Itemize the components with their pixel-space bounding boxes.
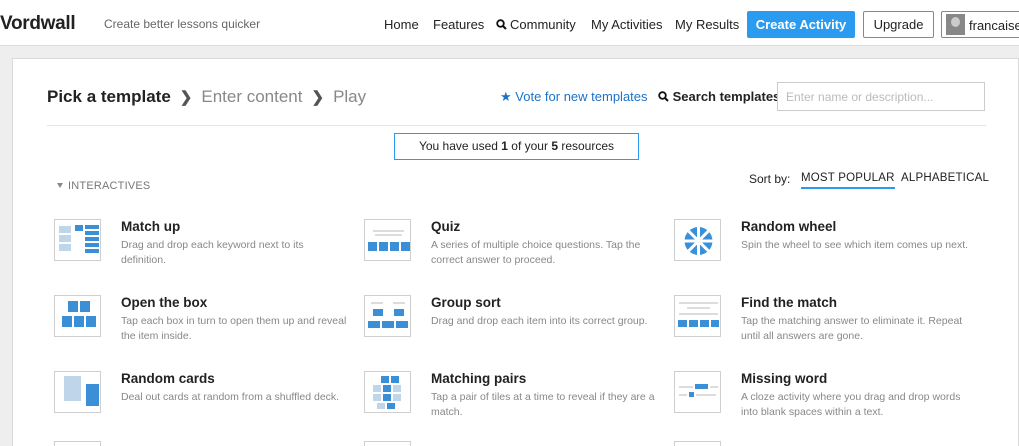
breadcrumb: Pick a template ❯ Enter content ❯ Play (47, 87, 366, 107)
template-description: Tap the matching answer to eliminate it.… (741, 315, 963, 342)
template-matching-pairs[interactable]: Matching pairs Tap a pair of tiles at a … (364, 371, 655, 431)
user-menu[interactable]: francaise (941, 11, 1019, 38)
nav-community[interactable]: Community (496, 17, 576, 32)
sort-label: Sort by: (749, 172, 791, 186)
missing-word-thumbnail-icon (674, 371, 721, 413)
usage-used: 1 (501, 139, 508, 153)
template-description: A cloze activity where you drag and drop… (741, 391, 961, 418)
nav-home[interactable]: Home (384, 17, 419, 32)
upgrade-button[interactable]: Upgrade (863, 11, 934, 38)
user-name: francaise (969, 18, 1019, 33)
section-title: INTERACTIVES (68, 180, 151, 192)
template-name: Quiz (431, 219, 461, 234)
box-thumbnail-icon (54, 295, 101, 337)
divider (47, 125, 986, 126)
search-input[interactable] (777, 82, 985, 111)
template-description: Deal out cards at random from a shuffled… (121, 391, 340, 403)
template-name: Find the match (741, 295, 838, 310)
template-open-the-box[interactable]: Open the box Tap each box in turn to ope… (54, 295, 346, 355)
logo[interactable]: Vordwall (0, 13, 76, 35)
template-name: Matching pairs (431, 371, 527, 386)
nav-features[interactable]: Features (433, 17, 484, 32)
template-description: Drag and drop each keyword next to its d… (121, 239, 304, 266)
step-enter-content: Enter content (201, 87, 303, 106)
template-description: Tap each box in turn to open them up and… (121, 315, 347, 342)
template-random-cards[interactable]: Random cards Deal out cards at random fr… (54, 371, 344, 431)
pairs-thumbnail-icon (364, 371, 411, 413)
sort-alphabetical[interactable]: ALPHABETICAL (901, 172, 989, 184)
star-icon: ★ (500, 89, 512, 104)
quiz-thumbnail-icon (364, 219, 411, 261)
usage-suffix: resources (558, 139, 615, 153)
create-activity-button[interactable]: Create Activity (747, 11, 855, 38)
vote-templates-link[interactable]: ★ Vote for new templates (500, 89, 648, 105)
vote-label: Vote for new templates (515, 89, 648, 104)
search-icon (496, 19, 507, 30)
tagline: Create better lessons quicker (104, 17, 261, 31)
template-group-sort[interactable]: Group sort Drag and drop each item into … (364, 295, 654, 355)
nav-my-activities[interactable]: My Activities (591, 17, 663, 32)
step-pick-template: Pick a template (47, 87, 171, 106)
template-name: Random wheel (741, 219, 837, 234)
search-label-text: Search templates: (672, 89, 785, 104)
template-name: Group sort (431, 295, 501, 310)
template-find-the-match[interactable]: Find the match Tap the matching answer t… (674, 295, 964, 355)
usage-middle: of your (507, 139, 552, 153)
template-random-wheel[interactable]: Random wheel Spin the wheel to see which… (674, 219, 968, 279)
template-name: Open the box (121, 295, 208, 310)
find-match-thumbnail-icon (674, 295, 721, 337)
avatar (946, 14, 965, 35)
section-interactives-toggle[interactable]: INTERACTIVES (57, 180, 150, 192)
cards-thumbnail-icon (54, 371, 101, 413)
template-thumbnail-partial[interactable] (54, 441, 101, 446)
usage-total: 5 (551, 139, 558, 153)
template-description: A series of multiple choice questions. T… (431, 239, 641, 266)
wheel-thumbnail-icon (674, 219, 721, 261)
template-match-up[interactable]: Match up Drag and drop each keyword next… (54, 219, 344, 279)
nav-community-label: Community (510, 17, 576, 32)
step-play: Play (333, 87, 367, 106)
template-quiz[interactable]: Quiz A series of multiple choice questio… (364, 219, 654, 279)
caret-down-icon (57, 183, 63, 188)
template-description: Tap a pair of tiles at a time to reveal … (431, 391, 655, 418)
template-description: Drag and drop each item into its correct… (431, 315, 648, 327)
usage-notice: You have used 1 of your 5 resources (394, 133, 639, 160)
template-missing-word[interactable]: Missing word A cloze activity where you … (674, 371, 964, 431)
template-thumbnail-partial[interactable] (364, 441, 411, 446)
group-sort-thumbnail-icon (364, 295, 411, 337)
template-thumbnail-partial[interactable] (674, 441, 721, 446)
match-up-thumbnail-icon (54, 219, 101, 261)
search-label: Search templates: (658, 89, 785, 104)
template-name: Missing word (741, 371, 828, 386)
sort-most-popular[interactable]: MOST POPULAR (801, 172, 895, 189)
nav-my-results[interactable]: My Results (675, 17, 739, 32)
template-description: Spin the wheel to see which item comes u… (741, 239, 969, 251)
template-name: Match up (121, 219, 181, 234)
top-navigation: Vordwall Create better lessons quicker H… (0, 0, 1019, 46)
template-name: Random cards (121, 371, 215, 386)
usage-prefix: You have used (418, 139, 502, 153)
search-icon (658, 91, 669, 102)
chevron-right-icon: ❯ (179, 89, 193, 106)
chevron-right-icon: ❯ (311, 89, 325, 106)
